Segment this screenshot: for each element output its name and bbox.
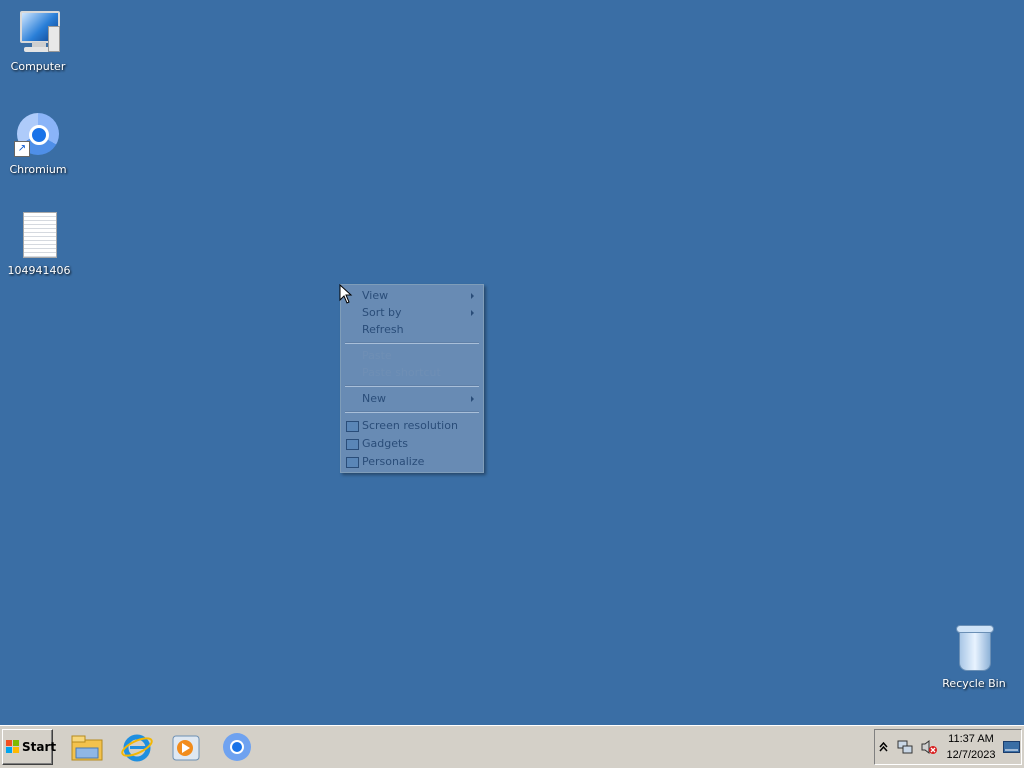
taskbar: Start 11:37 AM 12/7/2023 xyxy=(0,725,1024,768)
clock-time[interactable]: 11:37 AM xyxy=(941,733,1001,745)
network-icon[interactable] xyxy=(897,739,913,755)
mouse-cursor-icon xyxy=(339,284,353,304)
taskbar-internet-explorer-button[interactable] xyxy=(120,730,154,764)
gadgets-icon xyxy=(346,439,359,450)
file-explorer-icon xyxy=(71,735,103,761)
taskbar-media-player-button[interactable] xyxy=(169,730,203,764)
menu-separator xyxy=(345,411,479,413)
taskbar-chromium-button[interactable] xyxy=(220,730,254,764)
internet-explorer-icon xyxy=(121,734,153,762)
menu-item-sort-by[interactable]: Sort by xyxy=(343,304,481,321)
desktop-icon-document[interactable]: 104941406 xyxy=(1,212,77,278)
menu-item-gadgets[interactable]: Gadgets xyxy=(343,435,481,452)
computer-icon xyxy=(14,8,62,56)
show-desktop-icon[interactable] xyxy=(1003,741,1020,753)
menu-item-screen-resolution[interactable]: Screen resolution xyxy=(343,417,481,434)
screen-resolution-icon xyxy=(346,421,359,432)
submenu-arrow-icon xyxy=(471,293,474,299)
desktop-icon-chromium[interactable]: ↗ Chromium xyxy=(0,111,76,177)
menu-item-refresh[interactable]: Refresh xyxy=(343,321,481,338)
clock-date[interactable]: 12/7/2023 xyxy=(941,749,1001,761)
menu-separator xyxy=(345,385,479,387)
submenu-arrow-icon xyxy=(471,310,474,316)
menu-item-paste: Paste xyxy=(362,349,392,362)
submenu-arrow-icon xyxy=(471,396,474,402)
desktop-icon-label: Chromium xyxy=(9,163,67,176)
chromium-icon: ↗ xyxy=(14,111,62,159)
personalize-icon xyxy=(346,457,359,468)
start-button[interactable]: Start xyxy=(2,729,57,765)
desktop-icon-label: Recycle Bin xyxy=(942,677,1006,690)
chromium-icon xyxy=(223,733,251,761)
show-hidden-icons-icon[interactable] xyxy=(879,742,888,752)
start-label: Start xyxy=(22,740,57,754)
volume-muted-icon[interactable] xyxy=(920,739,938,755)
menu-item-paste-shortcut: Paste shortcut xyxy=(362,366,441,379)
menu-item-view[interactable]: View xyxy=(343,287,481,304)
shortcut-arrow-icon: ↗ xyxy=(14,141,30,157)
windows-logo-icon xyxy=(6,740,19,753)
desktop-context-menu: View Sort by Refresh Paste Paste shortcu… xyxy=(340,284,484,473)
menu-separator xyxy=(345,342,479,344)
desktop-icon-computer[interactable]: Computer xyxy=(0,8,76,74)
desktop-icon-recycle-bin[interactable]: Recycle Bin xyxy=(936,625,1012,691)
media-player-icon xyxy=(172,735,200,761)
desktop[interactable]: Computer ↗ Chromium 104941406 Recycle Bi… xyxy=(0,0,1024,725)
menu-item-new[interactable]: New xyxy=(343,390,481,407)
desktop-icon-label: Computer xyxy=(10,60,66,73)
system-tray: 11:37 AM 12/7/2023 xyxy=(874,729,1022,765)
taskbar-file-explorer-button[interactable] xyxy=(70,730,104,764)
document-icon xyxy=(15,212,63,260)
recycle-bin-icon xyxy=(950,625,998,673)
desktop-icon-label: 104941406 xyxy=(7,264,71,277)
menu-item-personalize[interactable]: Personalize xyxy=(343,453,481,470)
